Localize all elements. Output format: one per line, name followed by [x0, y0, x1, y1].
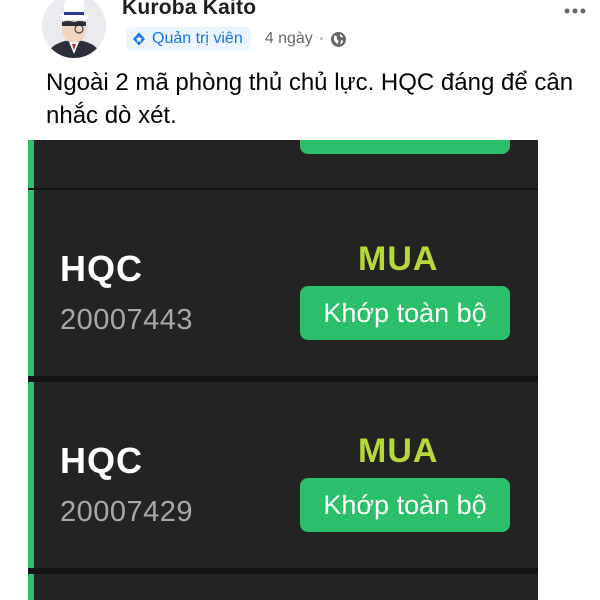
order-status-badge: Khớp toàn bộ — [300, 286, 510, 340]
status-button-partial — [300, 140, 510, 154]
admin-badge[interactable]: Quản trị viên — [126, 27, 251, 51]
post-meta: Quản trị viên 4 ngày · — [126, 26, 347, 52]
post-time[interactable]: 4 ngày — [265, 30, 313, 48]
role-label: Quản trị viên — [152, 30, 243, 47]
card-accent-bar — [28, 190, 34, 376]
facebook-post: Kuroba Kaito Quản trị viên 4 ngày · Ngoà… — [0, 0, 600, 600]
order-card: HQC 20007429 MUA Khớp toàn bộ — [28, 382, 538, 568]
attached-screenshot[interactable]: HQC 20007443 MUA Khớp toàn bộ HQC 200074… — [28, 140, 538, 600]
order-side: MUA — [358, 240, 439, 278]
author-name[interactable]: Kuroba Kaito — [122, 0, 256, 20]
order-card-partial-top — [28, 140, 538, 188]
globe-icon — [330, 31, 347, 48]
order-card: HQC 20007443 MUA Khớp toàn bộ — [28, 190, 538, 376]
card-accent-bar — [28, 382, 34, 568]
ticker-symbol: HQC — [60, 248, 143, 289]
shield-star-icon — [132, 32, 146, 46]
order-id: 20007429 — [60, 496, 194, 528]
ticker-symbol: HQC — [60, 440, 143, 481]
meta-separator: · — [318, 30, 325, 47]
post-text: Ngoài 2 mã phòng thủ chủ lực. HQC đáng đ… — [46, 69, 574, 129]
avatar[interactable] — [42, 0, 106, 58]
order-id: 20007443 — [60, 304, 194, 336]
order-status-badge: Khớp toàn bộ — [300, 478, 510, 532]
order-side: MUA — [358, 432, 439, 470]
more-icon[interactable] — [564, 2, 586, 14]
card-accent-bar — [28, 140, 34, 188]
order-card-partial-bottom — [28, 574, 538, 600]
card-accent-bar — [28, 574, 34, 600]
